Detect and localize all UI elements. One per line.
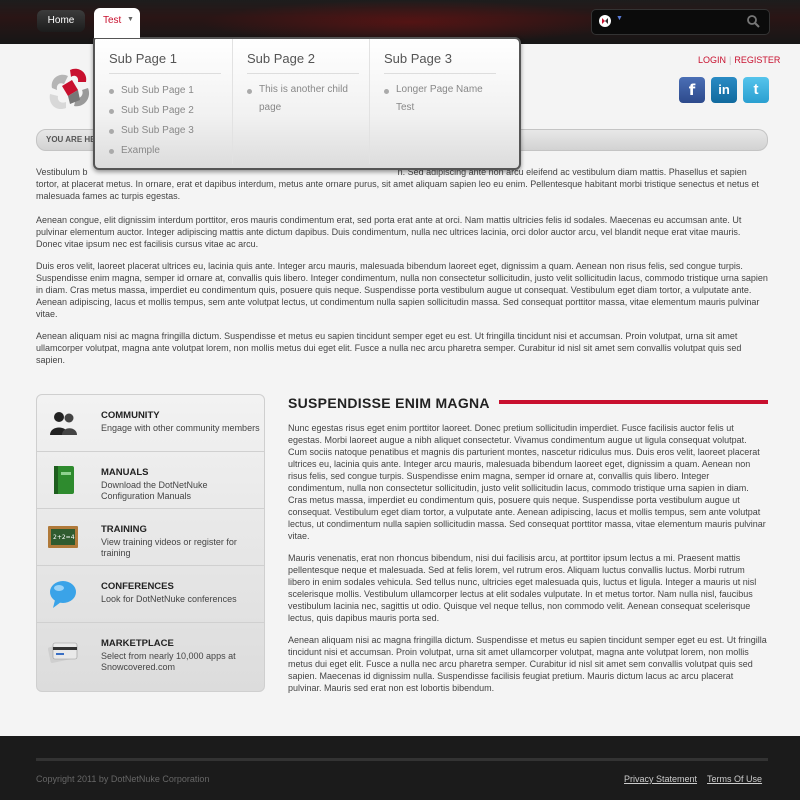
quick-link-conferences[interactable]: CONFERENCES Look for DotNetNuke conferen… — [37, 566, 264, 623]
divider — [384, 73, 496, 74]
dropdown-column: Sub Page 1 Sub Sub Page 1 Sub Sub Page 2… — [95, 39, 232, 164]
divider — [109, 73, 221, 74]
credit-card-icon — [47, 642, 78, 663]
section-paragraph: Nunc egestas risus eget enim porttitor l… — [288, 423, 766, 541]
search-icon[interactable] — [746, 14, 760, 28]
quick-link-manuals[interactable]: MANUALS Download the DotNetNuke Configur… — [37, 452, 264, 509]
nav-home-button[interactable]: Home — [37, 10, 85, 32]
search-engine-dropdown-icon[interactable]: ▼ — [616, 15, 623, 22]
quick-link-marketplace[interactable]: MARKETPLACE Select from nearly 10,000 ap… — [37, 623, 264, 679]
search-engine-logo-icon[interactable] — [598, 14, 612, 28]
dropdown-subpage-link[interactable]: Sub Page 1 — [109, 51, 177, 66]
svg-text:2+2=4: 2+2=4 — [53, 534, 75, 541]
facebook-icon[interactable]: f — [679, 77, 705, 103]
divider — [247, 73, 359, 74]
dropdown-subpage-link[interactable]: Sub Page 2 — [247, 51, 315, 66]
caret-down-icon: ▼ — [127, 16, 134, 23]
dropdown-column: Sub Page 2 This is another child page — [232, 39, 370, 164]
dropdown-item[interactable]: Sub Sub Page 1 — [109, 81, 229, 101]
divider: | — [729, 55, 732, 65]
search-input[interactable] — [626, 13, 740, 31]
quick-link-description: View training videos or register for tra… — [101, 537, 237, 558]
auth-links: LOGIN | REGISTER — [698, 55, 780, 65]
intro-paragraph: Aenean congue, elit dignissim interdum p… — [36, 215, 742, 249]
quick-link-title: MARKETPLACE — [101, 638, 174, 649]
manual-book-icon — [54, 466, 74, 494]
quick-link-description: Download the DotNetNuke Configuration Ma… — [101, 480, 208, 501]
search-box[interactable]: ▼ — [591, 9, 770, 35]
footer: Copyright 2011 by DotNetNuke Corporation… — [0, 736, 800, 800]
dropdown-item[interactable]: Sub Sub Page 3 — [109, 121, 229, 141]
dropdown-item[interactable]: This is another child page — [247, 81, 355, 117]
test-dropdown-menu: Sub Page 1 Sub Sub Page 1 Sub Sub Page 2… — [93, 37, 521, 170]
dropdown-item[interactable]: Example — [109, 141, 229, 161]
speech-bubble-icon — [50, 581, 76, 608]
dropdown-item[interactable]: Longer Page Name Test — [384, 81, 494, 117]
quick-link-community[interactable]: COMMUNITY Engage with other community me… — [37, 395, 264, 452]
section-title-accent-bar — [499, 400, 768, 404]
chalkboard-icon: 2+2=4 — [48, 526, 78, 548]
register-link[interactable]: REGISTER — [734, 55, 780, 65]
quick-link-description: Engage with other community members — [101, 423, 260, 433]
footer-links: Privacy Statement Terms Of Use — [624, 774, 762, 784]
dropdown-subpage-link[interactable]: Sub Page 3 — [384, 51, 452, 66]
linkedin-icon[interactable]: in — [711, 77, 737, 103]
site-logo-icon[interactable] — [44, 64, 96, 120]
section-paragraph: Aenean aliquam nisi ac magna fringilla d… — [288, 635, 767, 693]
intro-paragraph: Duis eros velit, laoreet placerat ultric… — [36, 261, 768, 319]
quick-link-title: COMMUNITY — [101, 410, 160, 421]
quick-link-training[interactable]: 2+2=4 TRAINING View training videos or r… — [37, 509, 264, 566]
nav-test-label: Test — [103, 15, 122, 26]
login-link[interactable]: LOGIN — [698, 55, 726, 65]
dropdown-list: Longer Page Name Test — [384, 81, 494, 117]
twitter-icon[interactable]: t — [743, 77, 769, 103]
dropdown-list: Sub Sub Page 1 Sub Sub Page 2 Sub Sub Pa… — [109, 81, 229, 161]
terms-of-use-link[interactable]: Terms Of Use — [707, 774, 762, 784]
footer-divider — [36, 758, 768, 761]
dropdown-item[interactable]: Sub Sub Page 2 — [109, 101, 229, 121]
quick-links-panel: COMMUNITY Engage with other community me… — [36, 394, 265, 692]
intro-paragraph: Aenean aliquam nisi ac magna fringilla d… — [36, 331, 742, 365]
dropdown-column: Sub Page 3 Longer Page Name Test — [369, 39, 516, 164]
section-title: SUSPENDISSE ENIM MAGNA — [288, 395, 490, 411]
section-paragraph: Mauris venenatis, erat non rhoncus biben… — [288, 553, 757, 623]
community-icon — [50, 412, 77, 435]
breadcrumb-label: YOU ARE HE — [46, 135, 96, 144]
privacy-statement-link[interactable]: Privacy Statement — [624, 774, 697, 784]
dropdown-list: This is another child page — [247, 81, 355, 117]
quick-link-title: MANUALS — [101, 467, 149, 478]
quick-link-description: Select from nearly 10,000 apps at Snowco… — [101, 651, 236, 672]
quick-link-title: TRAINING — [101, 524, 147, 535]
copyright-text: Copyright 2011 by DotNetNuke Corporation — [36, 774, 210, 784]
nav-test-button[interactable]: Test ▼ — [94, 8, 140, 38]
quick-link-title: CONFERENCES — [101, 581, 174, 592]
intro-paragraph: Vestibulum b n. Sed adipiscing ante non … — [36, 167, 762, 201]
quick-link-description: Look for DotNetNuke conferences — [101, 594, 237, 604]
